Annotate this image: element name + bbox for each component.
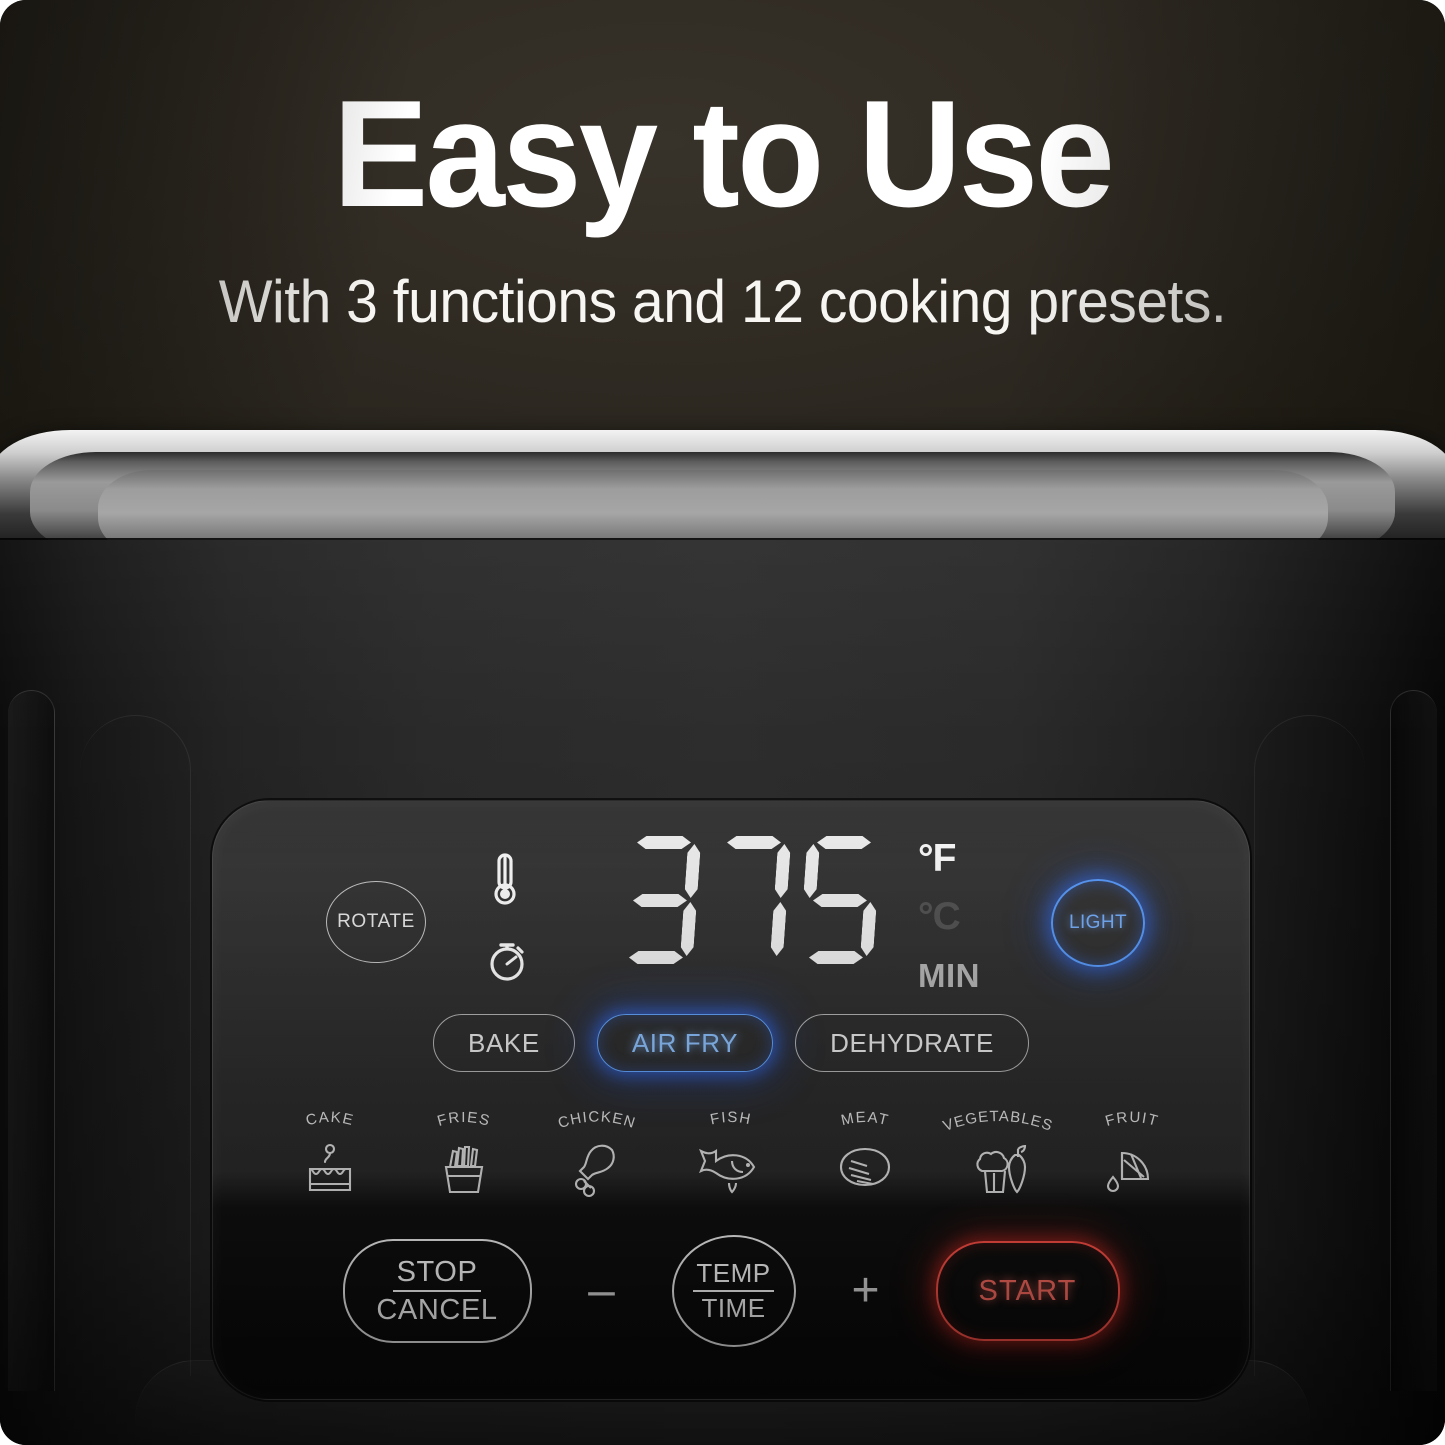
preset-label: FRIES — [418, 1109, 510, 1135]
stop-label: STOP — [392, 1256, 482, 1292]
mode-indicator-icons — [485, 851, 529, 1001]
light-button-label: LIGHT — [1069, 912, 1127, 933]
preset-button-fruit[interactable]: FRUIT — [1073, 1109, 1191, 1202]
thermometer-icon — [485, 851, 525, 914]
temp-label: TEMP — [693, 1258, 774, 1292]
body-side-panel-left — [80, 715, 191, 1376]
mode-button-air-fry[interactable]: AIR FRY — [596, 1014, 774, 1072]
body-side-groove-left — [8, 690, 55, 1391]
fries-icon — [433, 1137, 495, 1202]
mode-label: BAKE — [468, 1027, 540, 1058]
mode-label: AIR FRY — [631, 1027, 739, 1058]
preset-button-meat[interactable]: MEAT — [806, 1109, 924, 1202]
svg-text:FRUIT: FRUIT — [1103, 1109, 1160, 1130]
preset-label: VEGETABLES — [932, 1108, 1064, 1135]
start-button[interactable]: START — [935, 1241, 1120, 1341]
air-fryer-appliance: ROTATE °F °C MIN LIGHT BAKE AIR FRY DEHY… — [0, 420, 1445, 1445]
svg-text:FRIES: FRIES — [435, 1109, 492, 1130]
temp-time-button[interactable]: TEMP TIME — [671, 1235, 796, 1347]
increase-button[interactable]: + — [796, 1267, 936, 1315]
svg-text:VEGETABLES: VEGETABLES — [941, 1108, 1055, 1135]
mode-button-bake[interactable]: BAKE — [433, 1014, 575, 1072]
preset-label: MEAT — [819, 1109, 911, 1135]
preset-button-cake[interactable]: CAKE — [271, 1109, 389, 1202]
page-subtitle: With 3 functions and 12 cooking presets. — [218, 268, 1227, 335]
body-side-panel-right — [1254, 715, 1365, 1376]
stopwatch-icon — [485, 933, 529, 990]
temperature-display — [623, 836, 893, 981]
preset-button-chicken[interactable]: CHICKEN — [538, 1108, 656, 1202]
fahrenheit-indicator: °F — [918, 837, 956, 880]
svg-text:CAKE: CAKE — [304, 1109, 356, 1129]
cancel-label: CANCEL — [376, 1293, 498, 1326]
display-digit — [799, 836, 882, 964]
appliance-body: ROTATE °F °C MIN LIGHT BAKE AIR FRY DEHY… — [0, 540, 1445, 1445]
preset-button-vegetables[interactable]: VEGETABLES — [939, 1108, 1057, 1202]
celsius-indicator: °C — [918, 895, 961, 938]
mode-button-dehydrate[interactable]: DEHYDRATE — [795, 1014, 1029, 1072]
rotate-button[interactable]: ROTATE — [326, 881, 426, 963]
preset-button-fish[interactable]: FISH — [672, 1109, 790, 1202]
cooking-function-group: BAKE AIR FRY DEHYDRATE — [213, 1014, 1249, 1072]
control-panel: ROTATE °F °C MIN LIGHT BAKE AIR FRY DEHY… — [212, 800, 1250, 1400]
preset-label: CHICKEN — [542, 1108, 652, 1135]
vegetables-icon — [963, 1137, 1033, 1202]
preset-label: FRUIT — [1086, 1109, 1178, 1135]
display-digit — [709, 836, 792, 964]
light-button[interactable]: LIGHT — [1051, 879, 1145, 967]
primary-controls: STOP CANCEL – TEMP TIME + START — [213, 1231, 1249, 1351]
cake-icon — [299, 1137, 361, 1202]
panel-glass-reflection — [213, 801, 1249, 1130]
svg-text:MEAT: MEAT — [839, 1109, 890, 1129]
unit-indicators: °F °C MIN — [918, 837, 1028, 994]
preset-group: CAKE FRIES CHICKEN FISH MEAT VEGETABLES … — [271, 1108, 1191, 1202]
minutes-indicator: MIN — [918, 957, 980, 994]
citrus-slice-icon — [1100, 1137, 1164, 1202]
product-feature-image: Easy to Use With 3 functions and 12 cook… — [0, 0, 1445, 1445]
chicken-drumstick-icon — [566, 1137, 628, 1202]
svg-text:CHICKEN: CHICKEN — [556, 1108, 638, 1132]
seven-segment-row — [623, 836, 893, 964]
preset-button-fries[interactable]: FRIES — [405, 1109, 523, 1202]
page-title: Easy to Use — [332, 69, 1115, 239]
display-digit — [619, 836, 702, 964]
stop-cancel-button[interactable]: STOP CANCEL — [342, 1239, 532, 1343]
rotate-button-label: ROTATE — [337, 911, 415, 932]
preset-label: CAKE — [284, 1109, 376, 1135]
fish-icon — [696, 1137, 766, 1202]
preset-label: FISH — [685, 1109, 777, 1135]
svg-text:FISH: FISH — [709, 1109, 753, 1129]
steak-icon — [833, 1137, 897, 1202]
time-label: TIME — [701, 1292, 766, 1323]
decrease-button[interactable]: – — [532, 1267, 672, 1315]
basket-lip — [135, 1360, 1310, 1445]
hero-banner: Easy to Use With 3 functions and 12 cook… — [0, 0, 1445, 470]
start-button-label: START — [978, 1274, 1077, 1307]
mode-label: DEHYDRATE — [830, 1027, 994, 1058]
body-side-groove-right — [1390, 690, 1437, 1391]
basket-seam — [180, 1348, 1265, 1350]
